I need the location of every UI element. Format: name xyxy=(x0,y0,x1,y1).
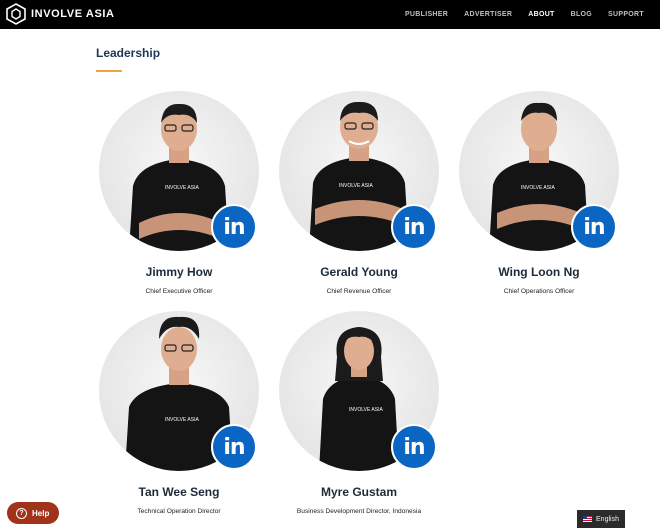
leader-role: Business Development Director, Indonesia xyxy=(296,508,422,515)
shirt-logo-text: INVOLVE ASIA xyxy=(165,185,199,191)
help-button[interactable]: ? Help xyxy=(7,502,59,524)
linkedin-icon: in xyxy=(403,214,425,240)
linkedin-icon: in xyxy=(583,214,605,240)
nav-item-about[interactable]: ABOUT xyxy=(528,11,554,18)
shirt-logo-text: INVOLVE ASIA xyxy=(339,183,373,189)
section-title: Leadership xyxy=(96,46,161,60)
leader-photo-wrap: INVOLVE ASIA in xyxy=(449,91,629,251)
leader-name: Gerald Young xyxy=(320,265,398,279)
nav-item-blog[interactable]: BLOG xyxy=(571,11,592,18)
leader-role: Chief Revenue Officer xyxy=(326,288,392,295)
linkedin-button[interactable]: in xyxy=(211,204,257,250)
nav-item-publisher[interactable]: PUBLISHER xyxy=(405,11,448,18)
shirt-logo-text: INVOLVE ASIA xyxy=(165,417,199,423)
help-label: Help xyxy=(32,508,50,518)
hexagon-logo-icon xyxy=(6,3,26,25)
linkedin-button[interactable]: in xyxy=(211,424,257,470)
leader-name: Wing Loon Ng xyxy=(498,265,580,279)
shirt-logo-text: INVOLVE ASIA xyxy=(521,185,555,191)
linkedin-icon: in xyxy=(223,214,245,240)
linkedin-button[interactable]: in xyxy=(391,204,437,250)
brand-logo[interactable]: INVOLVE ASIA xyxy=(6,3,115,25)
brand-name: INVOLVE ASIA xyxy=(31,8,115,20)
leader-name: Myre Gustam xyxy=(320,485,398,499)
question-icon: ? xyxy=(16,507,27,519)
top-navigation-bar: INVOLVE ASIA PUBLISHER ADVERTISER ABOUT … xyxy=(0,0,660,29)
linkedin-icon: in xyxy=(223,434,245,460)
language-label: English xyxy=(596,515,619,523)
language-selector[interactable]: English xyxy=(577,510,625,528)
nav-item-support[interactable]: SUPPORT xyxy=(608,11,644,18)
linkedin-button[interactable]: in xyxy=(391,424,437,470)
leader-name: Tan Wee Seng xyxy=(138,485,220,499)
leader-photo-wrap: INVOLVE ASIA in xyxy=(89,311,269,471)
main-nav: PUBLISHER ADVERTISER ABOUT BLOG SUPPORT xyxy=(389,0,644,29)
leader-photo-wrap: INVOLVE ASIA in xyxy=(269,91,449,251)
nav-item-advertiser[interactable]: ADVERTISER xyxy=(464,11,512,18)
us-flag-icon xyxy=(583,516,593,522)
linkedin-button[interactable]: in xyxy=(571,204,617,250)
leader-name: Jimmy How xyxy=(145,265,213,279)
shirt-logo-text: INVOLVE ASIA xyxy=(349,407,383,413)
leader-photo-wrap: INVOLVE ASIA in xyxy=(269,311,449,471)
title-underline xyxy=(96,70,122,72)
leader-role: Chief Operations Officer xyxy=(503,288,575,295)
leader-role: Technical Operation Director xyxy=(137,508,221,515)
leader-photo-wrap: INVOLVE ASIA in xyxy=(89,91,269,251)
linkedin-icon: in xyxy=(403,434,425,460)
leader-role: Chief Executive Officer xyxy=(145,288,213,295)
